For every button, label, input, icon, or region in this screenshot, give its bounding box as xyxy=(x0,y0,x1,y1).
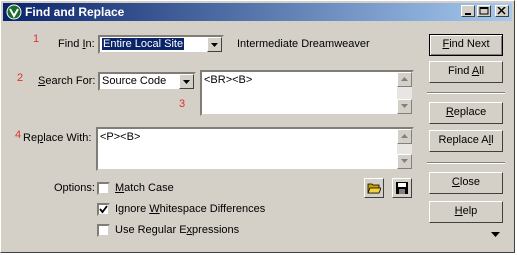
annotation-1: 1 xyxy=(33,33,40,45)
replace-button[interactable]: Replace xyxy=(429,102,503,124)
minimize-icon xyxy=(465,13,471,15)
match-case-label[interactable]: Match Case xyxy=(115,182,174,194)
title-bar[interactable]: Find and Replace xyxy=(3,3,512,21)
search-for-label: Search For: xyxy=(38,75,96,87)
options-label: Options: xyxy=(54,182,95,194)
open-query-button[interactable] xyxy=(364,178,384,198)
separator xyxy=(427,92,505,94)
regex-label[interactable]: Use Regular Expressions xyxy=(115,224,239,236)
window-title: Find and Replace xyxy=(25,5,125,19)
separator xyxy=(427,162,505,164)
arrow-down-icon xyxy=(401,159,408,163)
find-in-dropdown-button[interactable] xyxy=(207,37,222,52)
replace-scrollbar[interactable] xyxy=(397,129,412,169)
find-replace-dialog: Find and Replace 1 Find In: Entire Local… xyxy=(0,0,515,253)
find-in-select[interactable]: Entire Local Site xyxy=(98,35,224,54)
replace-text: <P><B> xyxy=(100,131,141,143)
site-name: Intermediate Dreamweaver xyxy=(237,38,370,50)
match-case-checkbox[interactable] xyxy=(97,182,110,195)
scroll-down-button[interactable] xyxy=(397,99,412,114)
search-scrollbar[interactable] xyxy=(397,72,412,114)
find-all-button[interactable]: Find All xyxy=(429,61,503,83)
dreamweaver-app-icon xyxy=(6,4,22,20)
arrow-up-icon xyxy=(401,77,408,81)
replace-with-label: Replace With: xyxy=(23,132,92,144)
find-in-value: Entire Local Site xyxy=(102,38,185,50)
ignore-whitespace-checkbox[interactable] xyxy=(97,203,110,216)
search-for-dropdown-button[interactable] xyxy=(179,74,194,89)
annotation-4: 4 xyxy=(15,129,22,141)
triangle-down-icon[interactable] xyxy=(491,232,501,238)
close-window-button[interactable] xyxy=(495,5,509,17)
open-folder-icon xyxy=(367,183,381,194)
search-for-value: Source Code xyxy=(102,75,167,87)
search-for-select[interactable]: Source Code xyxy=(98,72,196,91)
save-query-button[interactable] xyxy=(392,178,412,198)
replace-text-area[interactable]: <P><B> xyxy=(96,127,414,171)
replace-all-button[interactable]: Replace All xyxy=(429,130,503,152)
annotation-3: 3 xyxy=(179,98,186,110)
arrow-down-icon xyxy=(401,104,408,108)
minimize-button[interactable] xyxy=(461,5,475,17)
annotation-2: 2 xyxy=(17,72,24,84)
maximize-button[interactable] xyxy=(477,5,491,17)
find-next-button[interactable]: Find Next xyxy=(429,34,503,56)
scroll-up-button[interactable] xyxy=(397,129,412,144)
chevron-down-icon xyxy=(211,43,218,47)
ignore-whitespace-label[interactable]: Ignore Whitespace Differences xyxy=(115,203,265,215)
help-button[interactable]: Help xyxy=(429,201,503,223)
scroll-up-button[interactable] xyxy=(397,72,412,87)
regex-checkbox[interactable] xyxy=(97,224,110,237)
checkmark-icon xyxy=(99,205,108,214)
maximize-icon xyxy=(479,7,489,15)
find-in-label: Find In: xyxy=(58,38,95,50)
floppy-disk-icon xyxy=(396,182,408,194)
close-button[interactable]: Close xyxy=(429,172,503,194)
scroll-down-button[interactable] xyxy=(397,154,412,169)
search-text-area[interactable]: <BR><B> xyxy=(200,70,414,116)
arrow-up-icon xyxy=(401,134,408,138)
close-icon xyxy=(497,7,506,15)
chevron-down-icon xyxy=(183,80,190,84)
search-text: <BR><B> xyxy=(204,74,253,86)
